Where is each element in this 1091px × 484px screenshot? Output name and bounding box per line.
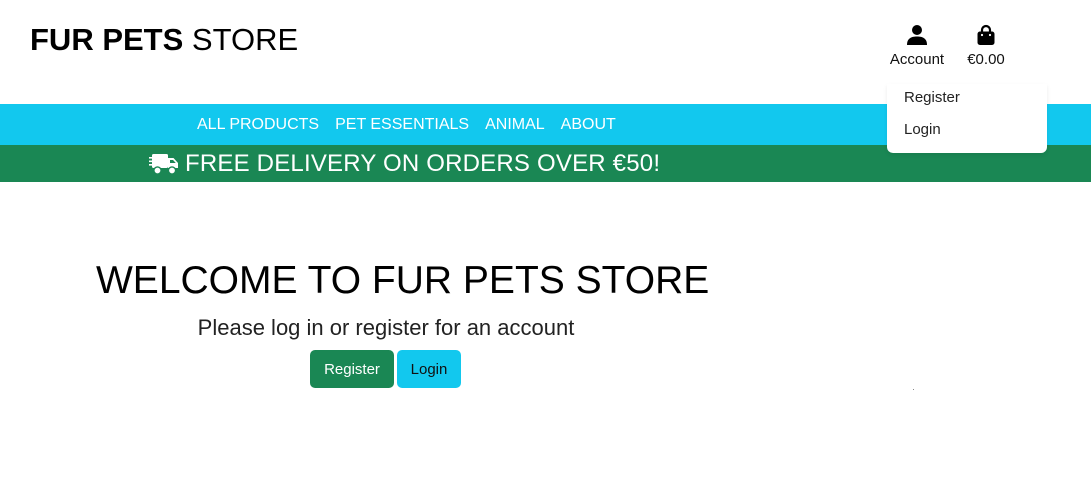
register-button[interactable]: Register [310,350,394,388]
account-menu-button[interactable]: Account [883,24,951,69]
page: FUR PETS STORE Account €0.00 ALL PRODUCT… [0,0,1091,484]
account-dropdown: Register Login [887,84,1047,153]
user-icon [907,25,927,45]
page-subtitle: Please log in or register for an account [197,315,575,340]
store-logo[interactable]: FUR PETS STORE [30,22,298,58]
account-label: Account [889,51,945,68]
stray-pixel [913,389,914,390]
login-button[interactable]: Login [397,350,461,388]
nav-links: ALL PRODUCTS PET ESSENTIALS ANIMAL ABOUT [197,104,632,145]
delivery-banner-content: FREE DELIVERY ON ORDERS OVER €50! [149,145,660,182]
nav-pet-essentials[interactable]: PET ESSENTIALS [335,116,469,134]
nav-animal[interactable]: ANIMAL [485,116,545,134]
nav-all-products[interactable]: ALL PRODUCTS [197,116,319,134]
dropdown-register-link[interactable]: Register [904,89,960,106]
dropdown-login-link[interactable]: Login [904,121,941,138]
nav-about[interactable]: ABOUT [561,116,616,134]
shopping-bag-icon [977,24,995,45]
delivery-banner-text: FREE DELIVERY ON ORDERS OVER €50! [185,149,661,177]
cart-button[interactable]: €0.00 [960,24,1012,69]
cart-total: €0.00 [967,51,1005,68]
logo-bold-text: FUR PETS [30,22,184,57]
page-title: WELCOME TO FUR PETS STORE [96,259,710,302]
logo-light-text: STORE [191,22,299,57]
truck-icon [149,153,178,175]
